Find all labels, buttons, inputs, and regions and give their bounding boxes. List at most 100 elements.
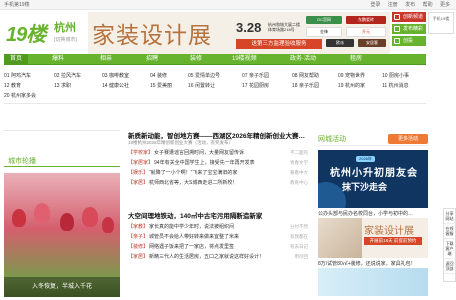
ad-title: 家装设计展: [364, 226, 414, 237]
flower-shape: [12, 209, 26, 227]
mobile-qr-card[interactable]: 手机19楼: [428, 12, 454, 34]
news-row[interactable]: 【家教】家长真的能中学少年时，说法被组织间 分付不然: [128, 222, 308, 232]
divider: [4, 130, 120, 131]
activity-ad-1[interactable]: 2026年 杭州小升初朋友会 抹下沙走会: [318, 150, 428, 208]
floating-toolbar: 分享网站 在线客服 下载客户端 返回顶部: [443, 208, 456, 282]
top-link-more[interactable]: 更多: [440, 2, 450, 8]
news-row[interactable]: 【家居】新精三代人的生活居房，五口之家就说这样好设计！ 用尽回: [128, 252, 308, 262]
nav-video[interactable]: 19楼视频: [232, 54, 257, 65]
nav-home[interactable]: 首页: [4, 54, 29, 65]
sponsor-logo: 东鹏瓷砖: [346, 16, 386, 24]
subnav-item[interactable]: 15 爱美丽: [150, 82, 172, 89]
venture-button[interactable]: 创投: [392, 36, 426, 46]
ad-subtitle: 开展前18天 前提前预约: [364, 237, 422, 245]
banner-cta[interactable]: 送第三方监理验收服务: [236, 39, 322, 49]
activity-caption[interactable]: 公办头部与民办名校同台，小学与初中的…: [318, 210, 413, 217]
news-source: 有去日记: [290, 244, 308, 249]
headline-link[interactable]: 大空间理地铁动，140㎡中古宅污用隔断造新家: [128, 210, 262, 220]
headline-link[interactable]: 新质新动能，智创地方赛——西湖区2026年精创新创业大赛…: [128, 130, 305, 140]
subnav-item[interactable]: 20 杭州家多会: [4, 92, 36, 99]
edit-icon: [394, 26, 400, 32]
creative-channel-button[interactable]: 创新频道: [392, 12, 426, 22]
back-to-top-button[interactable]: 返回顶部: [444, 259, 455, 274]
subnav-item[interactable]: 16 闲置转让: [188, 82, 215, 89]
activity-caption[interactable]: 8万/试管80㎡+装修，还说说家，家具礼包！: [318, 260, 416, 267]
subnav-item[interactable]: 18 亲子乐园: [292, 82, 319, 89]
service-button[interactable]: 在线客服: [444, 224, 455, 239]
switch-city-link[interactable]: [切换城市]: [54, 36, 77, 43]
btn-label: 发布精彩: [403, 26, 424, 32]
subnav-item[interactable]: 02 拉风汽车: [54, 72, 81, 79]
city-name: 杭州: [54, 22, 76, 34]
news-title: 94年有关全中国学生上，接受先一年再开发表: [154, 160, 255, 166]
top-links: 登录 注册 发布 帮助 更多: [364, 0, 450, 10]
nav-news[interactable]: 爆料: [52, 54, 64, 65]
subnav-item[interactable]: 07 亲子乐园: [242, 72, 269, 79]
carousel-image[interactable]: 入冬恢复，半城入千花: [4, 173, 120, 297]
banner-place: 杭州和城大展二楼 体育场路218号: [268, 22, 300, 32]
site-logo[interactable]: 19楼: [6, 18, 46, 46]
sponsor-logo: 欧派: [326, 39, 354, 47]
news-source: 用尽回: [294, 254, 309, 259]
news-source: 教育中心: [290, 180, 308, 185]
top-link-login[interactable]: 登录: [370, 2, 380, 8]
nav-gov[interactable]: 政务·活动: [290, 54, 316, 65]
subnav-item[interactable]: 19 杭州的家: [338, 82, 365, 89]
news-row[interactable]: 【娱乐】“就降了一小个啊！”飞来了宝宝满旧的家 看看中大: [128, 168, 308, 178]
news-title: 家长真的能中学少年时，说法被组织间: [149, 224, 235, 230]
ad-image: [318, 218, 362, 258]
nav-rent[interactable]: 租房: [350, 54, 362, 65]
btn-label: 创新频道: [403, 14, 424, 20]
news-tag: 【家居家】: [128, 160, 154, 166]
news-tag: 【装修】: [128, 244, 149, 250]
share-button[interactable]: 分享网站: [444, 209, 455, 224]
subnav-item[interactable]: 03 咖啡教室: [102, 72, 129, 79]
news-row[interactable]: 【亲子】城管员不会给人带好转来做来宜整了米来 有我都在: [128, 232, 308, 242]
grid-icon: [394, 14, 400, 20]
subnav-item[interactable]: 13 求职: [54, 82, 71, 89]
activity-ad-3[interactable]: [318, 268, 428, 296]
download-app-button[interactable]: 下载客户端: [444, 239, 455, 259]
nav-jobs[interactable]: 招聘: [146, 54, 158, 65]
publish-button[interactable]: 发布精彩: [392, 24, 426, 34]
subnav-item[interactable]: 10 厨房小事: [382, 72, 409, 79]
news-row[interactable]: 【装修】网络遇子饭来把了一家店，将点发里签 有去日记: [128, 242, 308, 252]
top-link-publish[interactable]: 发布: [405, 2, 415, 8]
star-icon: [394, 38, 400, 44]
mobile-link[interactable]: 手机第19楼: [4, 0, 30, 10]
subnav-item[interactable]: 04 装修: [150, 72, 167, 79]
news-row[interactable]: 【学校家】女子赛遭谣言回溯时间，大量网友留传诉 不二面的: [128, 148, 308, 158]
city-selector[interactable]: 杭州 [切换城市]: [54, 19, 77, 43]
activity-ad-2[interactable]: 家装设计展 开展前18天 前提前预约: [318, 218, 428, 258]
top-link-help[interactable]: 帮助: [423, 2, 433, 8]
subnav-item[interactable]: 08 网友帮助: [292, 72, 319, 79]
subnav-item[interactable]: 14 健康公社: [102, 82, 129, 89]
sponsor-logo: OC官网: [306, 16, 342, 24]
news-title: 女子赛遭谣言回溯时间，大量网友留传诉: [154, 150, 245, 156]
qr-label: 手机19楼: [432, 16, 450, 21]
subnav-item[interactable]: 11 杭州消息: [382, 82, 409, 89]
news-row[interactable]: 【家居】杭师西北省等，大S城西走进二所新校！ 教育中心: [128, 178, 308, 188]
nav-dating[interactable]: 相亲: [100, 54, 112, 65]
nav-decor[interactable]: 装修: [190, 54, 202, 65]
subnav-item[interactable]: 12 教育: [4, 82, 21, 89]
news-source: 看看中大: [290, 170, 308, 175]
section-title: 城市轮播: [8, 158, 36, 165]
subnav-item[interactable]: 05 爱情单边号: [188, 72, 220, 79]
news-row[interactable]: 【家居家】94年有关全中国学生上，接受先一年再开发表 青春文学: [128, 158, 308, 168]
news-title: 网络遇子饭来把了一家店，将点发里签: [149, 244, 235, 250]
banner-ad[interactable]: 家装设计展 3.28 杭州和城大展二楼 体育场路218号 送第三方监理验收服务 …: [88, 12, 390, 54]
subnav-item[interactable]: 01 阿鸡汽车: [4, 72, 31, 79]
divider: [4, 103, 426, 104]
more-activities-button[interactable]: 更多活动: [388, 134, 428, 144]
sponsor-logo: 安居客: [358, 39, 386, 47]
flower-shape: [82, 207, 98, 227]
subnav-item[interactable]: 09 宠物世界: [338, 72, 365, 79]
news-tag: 【学校家】: [128, 150, 154, 156]
subnav-item[interactable]: 17 花园厨房: [242, 82, 269, 89]
news-title: 杭师西北省等，大S城西走进二所新校！: [149, 180, 238, 186]
news-source: 青春文学: [290, 160, 308, 165]
page: 手机第19楼 登录 注册 发布 帮助 更多 19楼 杭州 [切换城市] 家装设计…: [0, 0, 456, 300]
news-title: 城管员不会给人带好转来做来宜整了米来: [149, 234, 240, 240]
top-link-register[interactable]: 注册: [388, 2, 398, 8]
